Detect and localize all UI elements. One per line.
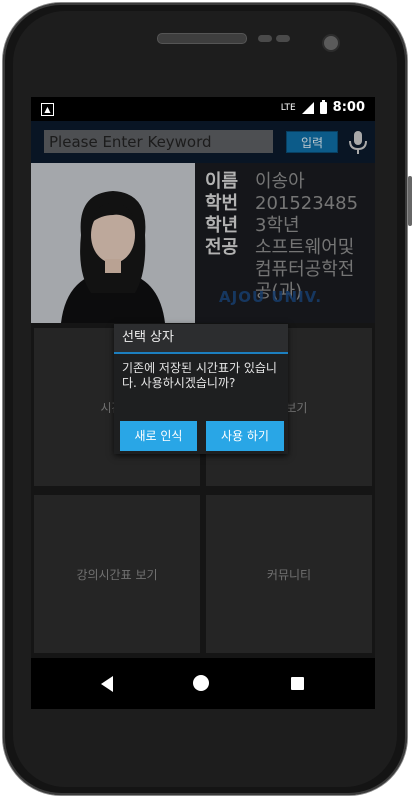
battery-icon [319,99,327,114]
back-icon[interactable] [101,676,113,692]
power-button[interactable] [408,176,412,226]
signal-icon [301,101,314,114]
home-icon[interactable] [193,675,209,691]
front-camera [322,34,340,52]
dialog-title: 선택 상자 [114,324,288,354]
screen: ▲ LTE 8:00 입력 이름 이송아 [31,97,375,709]
use-existing-button[interactable]: 사용 하기 [206,421,284,451]
recents-icon[interactable] [291,677,304,690]
notification-icon: ▲ [41,103,54,116]
status-right: LTE 8:00 [280,99,365,115]
select-dialog: 선택 상자 기존에 저장된 시간표가 있습니다. 사용하시겠습니까? 새로 인식… [114,324,288,454]
status-time: 8:00 [332,100,365,115]
recognize-new-button[interactable]: 새로 인식 [120,421,197,451]
speaker-grille [157,33,247,44]
network-label: LTE [280,102,296,113]
proximity-sensor [258,35,272,42]
status-bar: ▲ LTE 8:00 [31,97,375,121]
light-sensor [276,35,290,42]
dialog-message: 기존에 저장된 시간표가 있습니다. 사용하시겠습니까? [122,361,277,390]
navigation-bar [31,658,375,709]
